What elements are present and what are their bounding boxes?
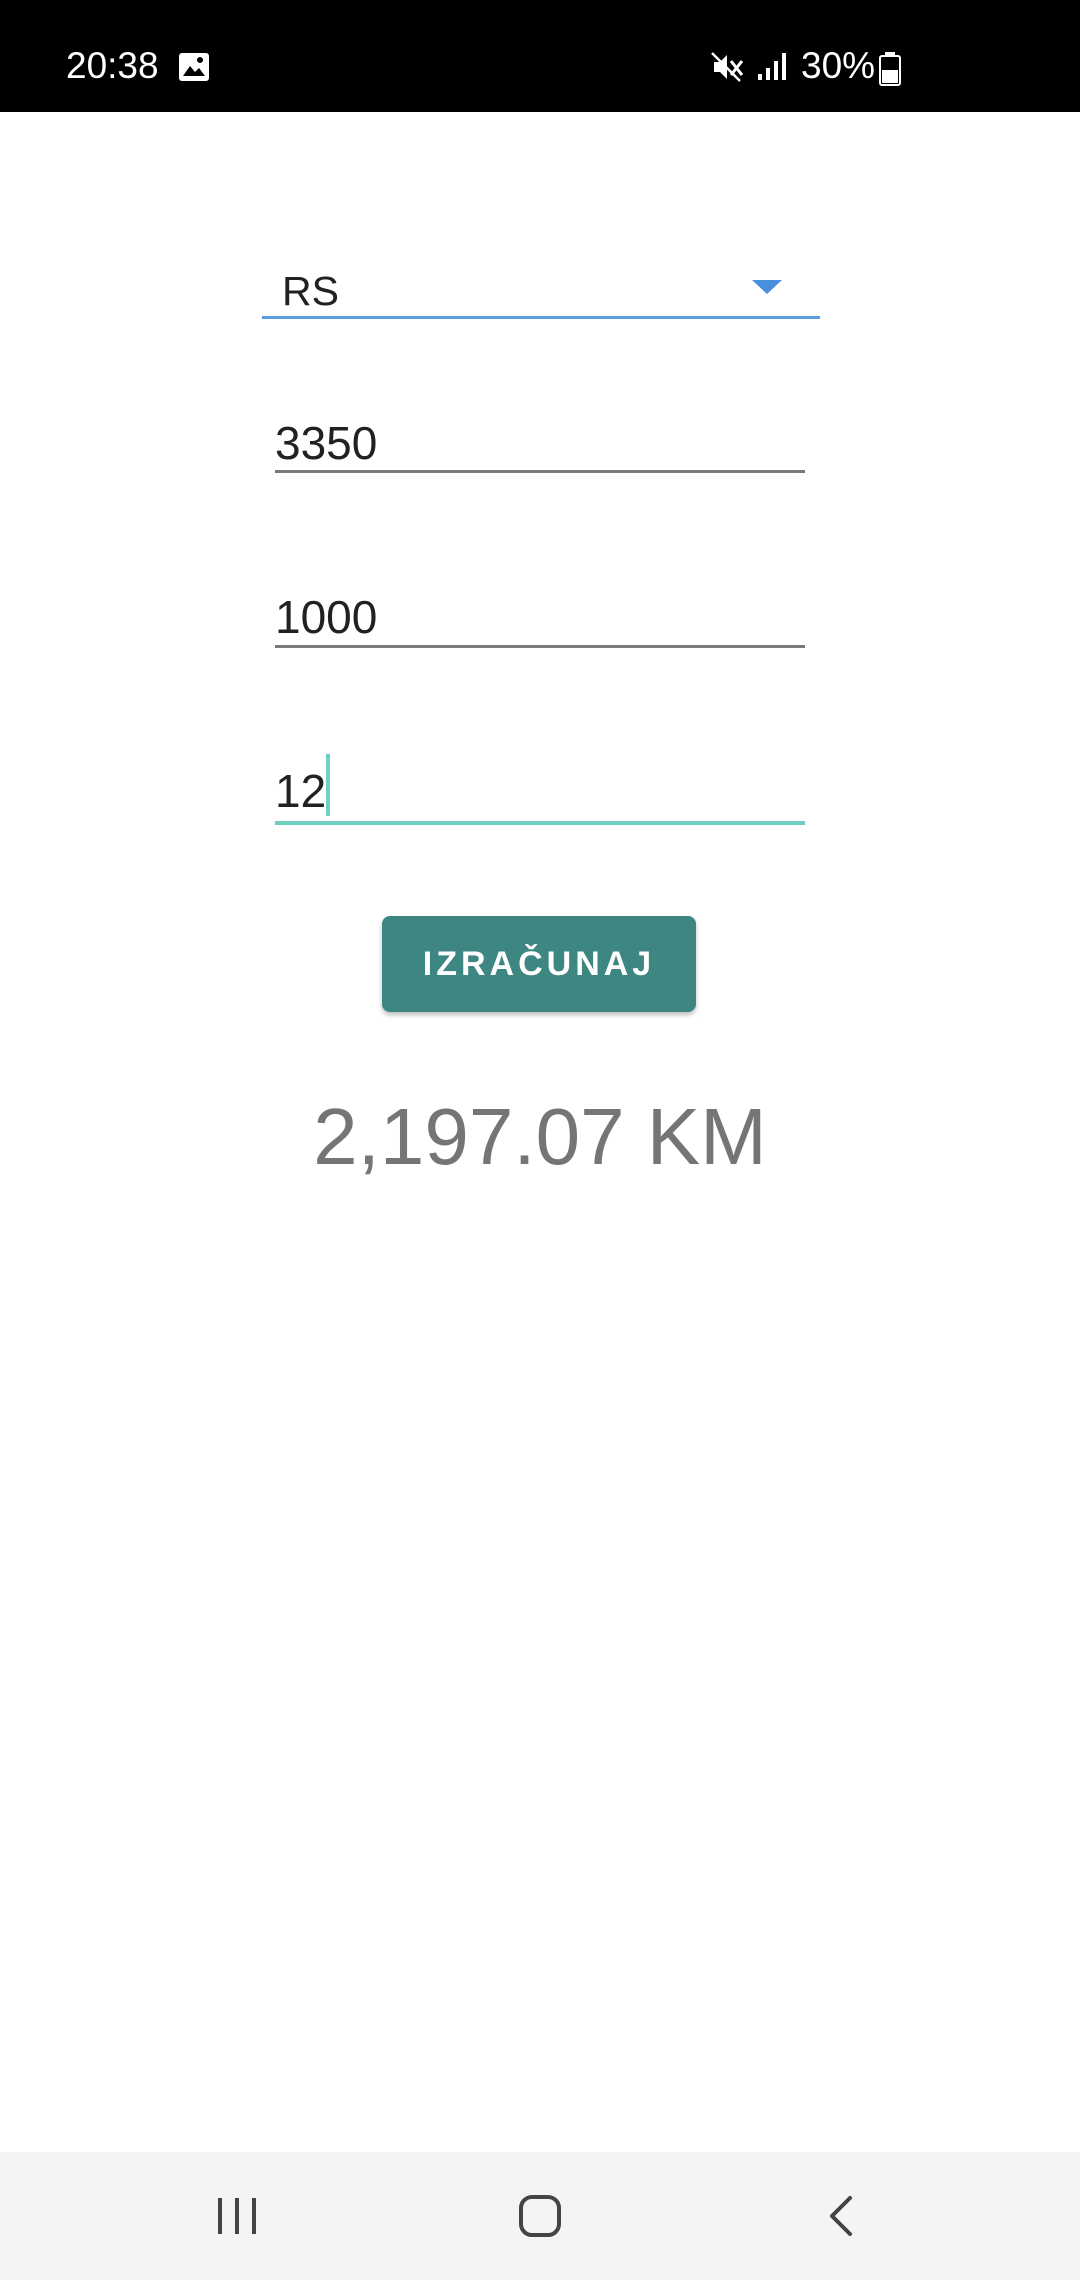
amount-input-2-underline [275,645,805,648]
amount-field-3[interactable] [275,754,805,828]
amount-input-1-underline [275,470,805,473]
recent-apps-icon[interactable] [214,2194,260,2238]
text-caret [326,754,330,816]
amount-input-2[interactable] [275,584,805,650]
region-select-value: RS [282,268,339,314]
home-icon[interactable] [516,2192,564,2240]
amount-input-3-underline [275,821,805,825]
signal-icon [758,53,786,80]
battery-icon [879,52,901,86]
gallery-icon [179,53,209,81]
amount-input-3[interactable] [275,758,805,824]
dropdown-arrow-icon[interactable] [752,280,782,294]
amount-input-1[interactable] [275,410,805,476]
region-select[interactable]: RS [262,250,820,320]
amount-field-1[interactable] [275,410,805,480]
status-bar: 20:38 30% [0,0,1080,112]
back-icon[interactable] [822,2192,862,2240]
result-text: 2,197.07 KM [313,1092,767,1181]
status-time: 20:38 [66,45,159,86]
calculate-button[interactable]: IZRAČUNAJ [382,916,696,1012]
region-select-underline [262,316,820,319]
amount-field-2[interactable] [275,584,805,654]
screen: 20:38 30% RS 3350 1000 12 IZRAČUNAJ 2,19… [0,0,1080,2280]
mute-icon [711,52,744,82]
battery-percent: 30% [801,45,876,86]
navigation-bar [0,2152,1080,2280]
